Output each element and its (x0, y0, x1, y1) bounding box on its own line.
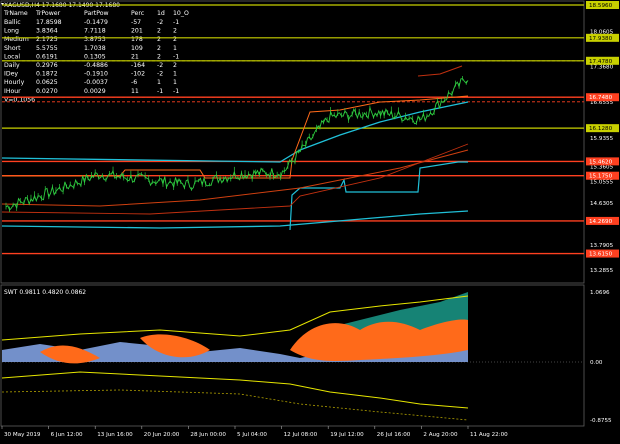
info-table-cell: 21 (131, 53, 139, 60)
info-table-cell: 1 (173, 71, 177, 78)
price-axis-tick: 15.9355 (590, 136, 614, 142)
info-table-cell: -2 (157, 62, 163, 69)
info-table-cell: Short (4, 45, 21, 52)
time-axis-tick: 19 Jul 12:00 (330, 432, 364, 438)
price-axis-tick: 13.7905 (590, 243, 614, 249)
info-table-header: 10_O (173, 10, 189, 17)
info-table-cell: Local (4, 53, 20, 60)
time-axis-tick: 26 Jul 16:00 (377, 432, 411, 438)
info-table-cell: 0.0625 (36, 79, 58, 86)
osc-axis-tick: 0.00 (590, 360, 603, 366)
price-axis-tick: 15.0555 (590, 180, 614, 186)
osc-axis-tick: 1.0696 (590, 290, 610, 296)
price-axis-marker-label: 16.1280 (589, 126, 613, 132)
info-table-cell: 1.7038 (84, 45, 106, 52)
info-table-cell: 1 (173, 45, 177, 52)
info-table-header: PartPow (84, 10, 109, 17)
time-axis-tick: 28 Jun 00:00 (190, 432, 226, 438)
info-table-cell: -1 (173, 88, 179, 95)
info-table-cell: 2 (173, 62, 177, 69)
info-table-cell: 201 (131, 28, 143, 35)
time-axis-tick: 30 May 2019 (4, 432, 41, 438)
price-axis-tick: 14.6305 (590, 201, 614, 207)
time-axis-tick: 5 Jul 04:00 (237, 432, 267, 438)
chart-window[interactable]: XAGUSD,H4 17.1680 17.1490 17.1680 TrName… (0, 0, 620, 440)
info-table-cell: -57 (131, 19, 141, 26)
info-table-cell: -6 (131, 79, 137, 86)
info-table-cell: -0.1910 (84, 71, 108, 78)
info-table-cell: -0.4886 (84, 62, 108, 69)
info-table-header: 1d (157, 10, 165, 17)
oscillator-title: SWT 0.9811 0.4820 0.0862 (4, 289, 86, 296)
price-axis-marker-label: 18.5960 (589, 3, 613, 9)
info-table-cell: -0.0037 (84, 79, 108, 86)
info-table-cell: 3.8364 (36, 28, 58, 35)
info-table-cell: Ballic (4, 19, 21, 26)
info-table-cell: IDey (4, 71, 18, 78)
info-table-cell: 0.6191 (36, 53, 58, 60)
price-axis-marker-label: 14.2690 (589, 219, 613, 225)
info-table-cell: 2 (157, 45, 161, 52)
time-axis-tick: 20 Jun 20:00 (144, 432, 180, 438)
info-table-cell: 109 (131, 45, 143, 52)
info-table-cell: -1 (173, 19, 179, 26)
time-axis-tick: 6 Jun 12:00 (51, 432, 83, 438)
time-axis-tick: 2 Aug 20:00 (423, 432, 458, 438)
info-table-cell: -164 (131, 62, 145, 69)
time-axis-tick: 13 Jun 16:00 (97, 432, 133, 438)
info-table-cell: 0.0029 (84, 88, 106, 95)
info-table-cell: 0.1872 (36, 71, 58, 78)
info-table-header: TrPower (35, 10, 61, 17)
info-table-cell: 0.1305 (84, 53, 106, 60)
info-table-cell: 0.0270 (36, 88, 58, 95)
info-table-cell: Daily (4, 62, 20, 69)
price-axis-tick: 13.2855 (590, 268, 614, 274)
price-axis-marker-label: 16.7480 (589, 95, 613, 101)
info-table-cell: Hourly (4, 79, 25, 86)
info-table-cell: 1 (157, 79, 161, 86)
info-table-cell: Long (4, 28, 19, 35)
info-table-header: Perc (131, 10, 145, 17)
info-table-cell: 0.2976 (36, 62, 58, 69)
info-table-cell: 7.7118 (84, 28, 106, 35)
info-table-cell: -1 (173, 53, 179, 60)
time-axis-tick: 11 Aug 22:00 (470, 432, 508, 438)
info-table-cell: -2 (157, 19, 163, 26)
info-table-cell: IHour (4, 88, 21, 95)
info-table-cell: 2 (173, 28, 177, 35)
info-table-cell: 11 (131, 88, 139, 95)
price-axis-tick: 17.3680 (590, 64, 614, 70)
price-axis-marker-label: 13.6150 (589, 252, 613, 258)
info-table-cell: 2 (157, 53, 161, 60)
price-axis-marker-label: 15.1750 (589, 174, 613, 180)
price-axis-marker-label: 17.4780 (589, 59, 613, 65)
info-table-cell: -102 (131, 71, 145, 78)
time-axis-tick: 12 Jul 08:00 (284, 432, 318, 438)
osc-axis-tick: -0.8755 (590, 418, 612, 424)
info-table-cell: -0.1479 (84, 19, 108, 26)
info-table-cell: -1 (157, 88, 163, 95)
info-table-cell: 5.5755 (36, 45, 58, 52)
price-axis-marker-label: 17.9380 (589, 36, 613, 42)
info-table-cell: -2 (157, 71, 163, 78)
info-table-header: TrName (3, 10, 28, 17)
price-axis-marker-label: 15.4620 (589, 159, 613, 165)
info-table-cell: 17.8598 (36, 19, 62, 26)
info-table-cell: 1 (173, 79, 177, 86)
info-table-cell: 2 (157, 28, 161, 35)
